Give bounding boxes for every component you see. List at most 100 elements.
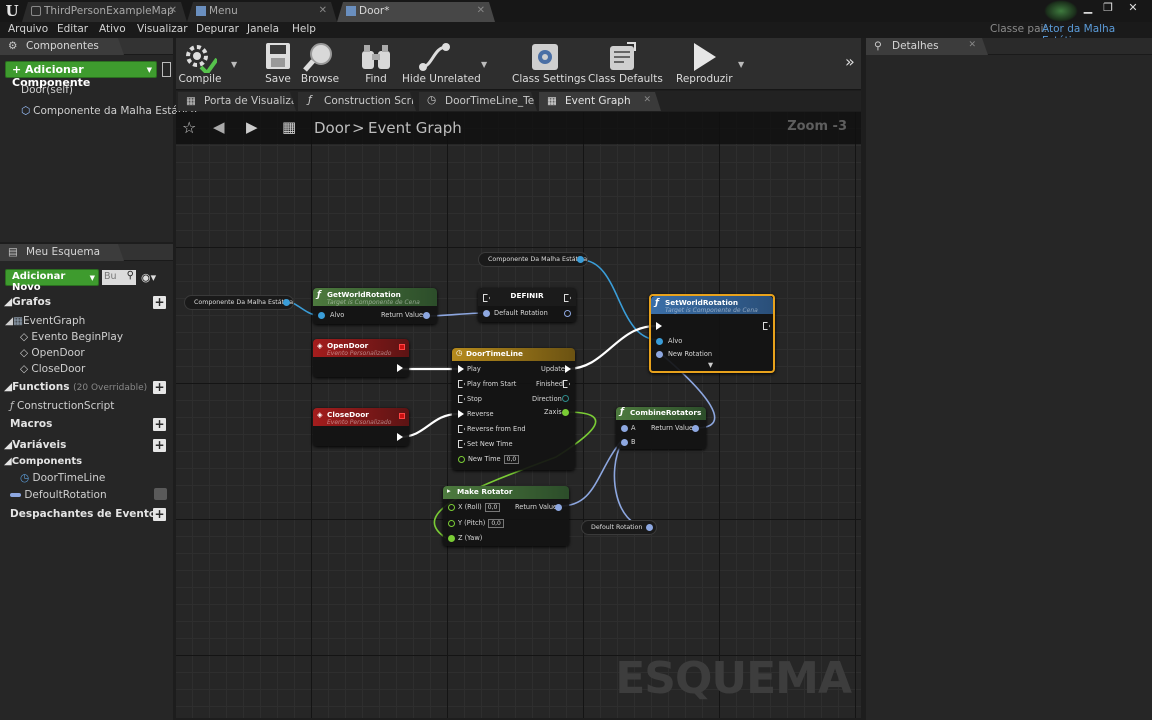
- section-functions[interactable]: ◢Functions (20 Overridable): [4, 381, 147, 393]
- node-open-door[interactable]: ◈ OpenDoor Evento Personalizado: [313, 339, 409, 377]
- components-tab[interactable]: Componentes: [0, 38, 124, 55]
- learn-icon[interactable]: [1044, 0, 1078, 22]
- section-components[interactable]: ◢Components: [4, 456, 82, 467]
- exec-in-pin[interactable]: [458, 410, 464, 418]
- node-combine-rotators[interactable]: ƒ CombineRotators A B Return Value: [616, 407, 706, 449]
- class-defaults-button[interactable]: Class Defaults: [588, 38, 663, 90]
- section-graphs[interactable]: ◢Grafos: [4, 296, 51, 308]
- var-node-default-rotation[interactable]: Defoult Rotation: [581, 520, 657, 535]
- compile-button[interactable]: Compile: [176, 38, 224, 90]
- hide-options-chevron[interactable]: ▼: [481, 60, 487, 69]
- menu-depurar[interactable]: Depurar: [196, 23, 239, 35]
- close-icon[interactable]: ✕: [477, 5, 485, 16]
- node-set-world-rotation[interactable]: ƒ SetWorldRotation Target is Componente de…: [649, 294, 775, 373]
- pin-dot[interactable]: [656, 351, 663, 358]
- component-self[interactable]: Door(self): [21, 84, 73, 96]
- pin-dot[interactable]: [692, 425, 699, 432]
- tab-event-graph[interactable]: ▦ Event Graph ✕: [539, 92, 661, 111]
- pin-dot[interactable]: [562, 409, 569, 416]
- exec-out-pin[interactable]: [565, 365, 571, 373]
- graph-item-beginplay[interactable]: ◇ Evento BeginPlay: [20, 331, 123, 343]
- delegate-pin[interactable]: [399, 344, 405, 350]
- exec-in-pin[interactable]: [458, 380, 465, 388]
- exec-in-pin[interactable]: [458, 395, 465, 403]
- menu-janela[interactable]: Janela: [247, 23, 279, 35]
- pin-dot[interactable]: [448, 504, 455, 511]
- node-get-world-rotation[interactable]: ƒ GetWorldRotation Target is Componente de…: [313, 288, 437, 324]
- menu-arquivo[interactable]: Arquivo: [8, 23, 48, 35]
- pin-dot[interactable]: [448, 520, 455, 527]
- expand-chevron-icon[interactable]: ▼: [708, 361, 713, 369]
- pin-dot[interactable]: [448, 535, 455, 542]
- tab-map[interactable]: ThirdPersonExampleMap ✕: [22, 2, 187, 22]
- variable-item-defoultrotation[interactable]: DefoultRotation: [10, 489, 107, 501]
- pin-dot[interactable]: [458, 456, 465, 463]
- view-options-icon[interactable]: ◉▾: [141, 271, 156, 284]
- search-input[interactable]: Bu ⚲: [102, 270, 136, 285]
- node-close-door[interactable]: ◈ CloseDoor Evento Personalizado: [313, 408, 409, 446]
- my-blueprint-tab[interactable]: Meu Esquema: [0, 244, 124, 261]
- exec-out-pin[interactable]: [397, 364, 403, 372]
- tab-door[interactable]: Door* ✕: [337, 2, 495, 22]
- minimize-icon[interactable]: ▁: [1080, 1, 1096, 15]
- pin-dot[interactable]: [318, 312, 325, 319]
- pin-dot[interactable]: [656, 338, 663, 345]
- var-node-mesh-2[interactable]: Componente Da Malha Estática: [478, 252, 588, 267]
- graph-item-opendoor[interactable]: ◇ OpenDoor: [20, 347, 85, 359]
- save-button[interactable]: Save: [262, 38, 294, 90]
- exec-in-pin[interactable]: [458, 425, 465, 433]
- section-macros[interactable]: Macros: [10, 418, 52, 430]
- compile-options-chevron[interactable]: ▼: [231, 60, 237, 69]
- exec-out-pin[interactable]: [763, 322, 770, 330]
- close-icon[interactable]: ✕: [643, 95, 651, 105]
- exec-in-pin[interactable]: [458, 440, 465, 448]
- play-button[interactable]: Reproduzir: [676, 38, 733, 90]
- x-value-input[interactable]: 0,0: [484, 503, 501, 512]
- add-new-button[interactable]: Adicionar Novo ▼: [5, 269, 99, 293]
- pin-dot[interactable]: [621, 425, 628, 432]
- node-door-timeline[interactable]: ◷ DoorTimeLine Play Play from Start Stop …: [452, 348, 575, 470]
- delegate-pin[interactable]: [399, 413, 405, 419]
- add-function-button[interactable]: +: [153, 381, 166, 394]
- add-variable-button[interactable]: +: [153, 439, 166, 452]
- pin-dot[interactable]: [562, 395, 569, 402]
- exec-in-pin[interactable]: [458, 365, 464, 373]
- tab-timeline[interactable]: ◷ DoorTimeLine_Ten: [419, 92, 537, 111]
- pin-dot[interactable]: [564, 310, 571, 317]
- new-time-input[interactable]: 0,0: [503, 455, 520, 464]
- function-item-construction[interactable]: ƒ ConstructionScript: [10, 400, 114, 412]
- graph-item-closedoor[interactable]: ◇ CloseDoor: [20, 363, 85, 375]
- exec-out-pin[interactable]: [563, 380, 570, 388]
- section-dispatchers[interactable]: Despachantes de Evento: [10, 508, 156, 520]
- toggle-icon[interactable]: [162, 62, 171, 77]
- component-static-mesh[interactable]: ⬡ Componente da Malha Estática: [21, 105, 197, 117]
- node-definir[interactable]: DEFINIR Default Rotation: [478, 288, 576, 322]
- close-icon[interactable]: ✕: [319, 5, 327, 16]
- browse-button[interactable]: Browse: [300, 38, 340, 90]
- event-graph-canvas[interactable]: ☆ ◀ ▶ ▦ Door > Event Graph Zoom -3 Compo…: [176, 112, 861, 718]
- pin-dot[interactable]: [577, 256, 584, 263]
- play-options-chevron[interactable]: ▼: [738, 60, 744, 69]
- exec-in-pin[interactable]: [656, 322, 662, 330]
- pin-dot[interactable]: [423, 312, 430, 319]
- menu-visualizar[interactable]: Visualizar: [137, 23, 188, 35]
- tab-viewport[interactable]: ▦ Porta de Visualiza: [178, 92, 296, 111]
- add-dispatcher-button[interactable]: +: [153, 508, 166, 521]
- visibility-eye-icon[interactable]: [154, 488, 167, 500]
- pin-dot[interactable]: [646, 524, 653, 531]
- add-component-button[interactable]: + Adicionar Componente ▼: [5, 61, 157, 89]
- menu-ativo[interactable]: Ativo: [99, 23, 126, 35]
- exec-out-pin[interactable]: [397, 433, 403, 441]
- details-tab[interactable]: Detalhes ✕: [866, 38, 988, 55]
- node-make-rotator[interactable]: ▸ Make Rotator X (Roll) 0,0 Y (Pitch) 0,0 Z…: [443, 486, 569, 546]
- expand-toolbar-icon[interactable]: »: [845, 52, 855, 71]
- menu-help[interactable]: Help: [292, 23, 316, 35]
- add-macro-button[interactable]: +: [153, 418, 166, 431]
- section-variables[interactable]: ◢Variáveis: [4, 439, 66, 451]
- close-window-icon[interactable]: ✕: [1125, 1, 1141, 15]
- y-value-input[interactable]: 0,0: [488, 519, 504, 528]
- hide-unrelated-button[interactable]: Hide Unrelated: [402, 38, 481, 90]
- component-item-timeline[interactable]: ◷ DoorTimeLine: [20, 472, 105, 484]
- var-node-mesh[interactable]: Componente Da Malha Estática: [184, 295, 294, 310]
- find-button[interactable]: Find: [358, 38, 394, 90]
